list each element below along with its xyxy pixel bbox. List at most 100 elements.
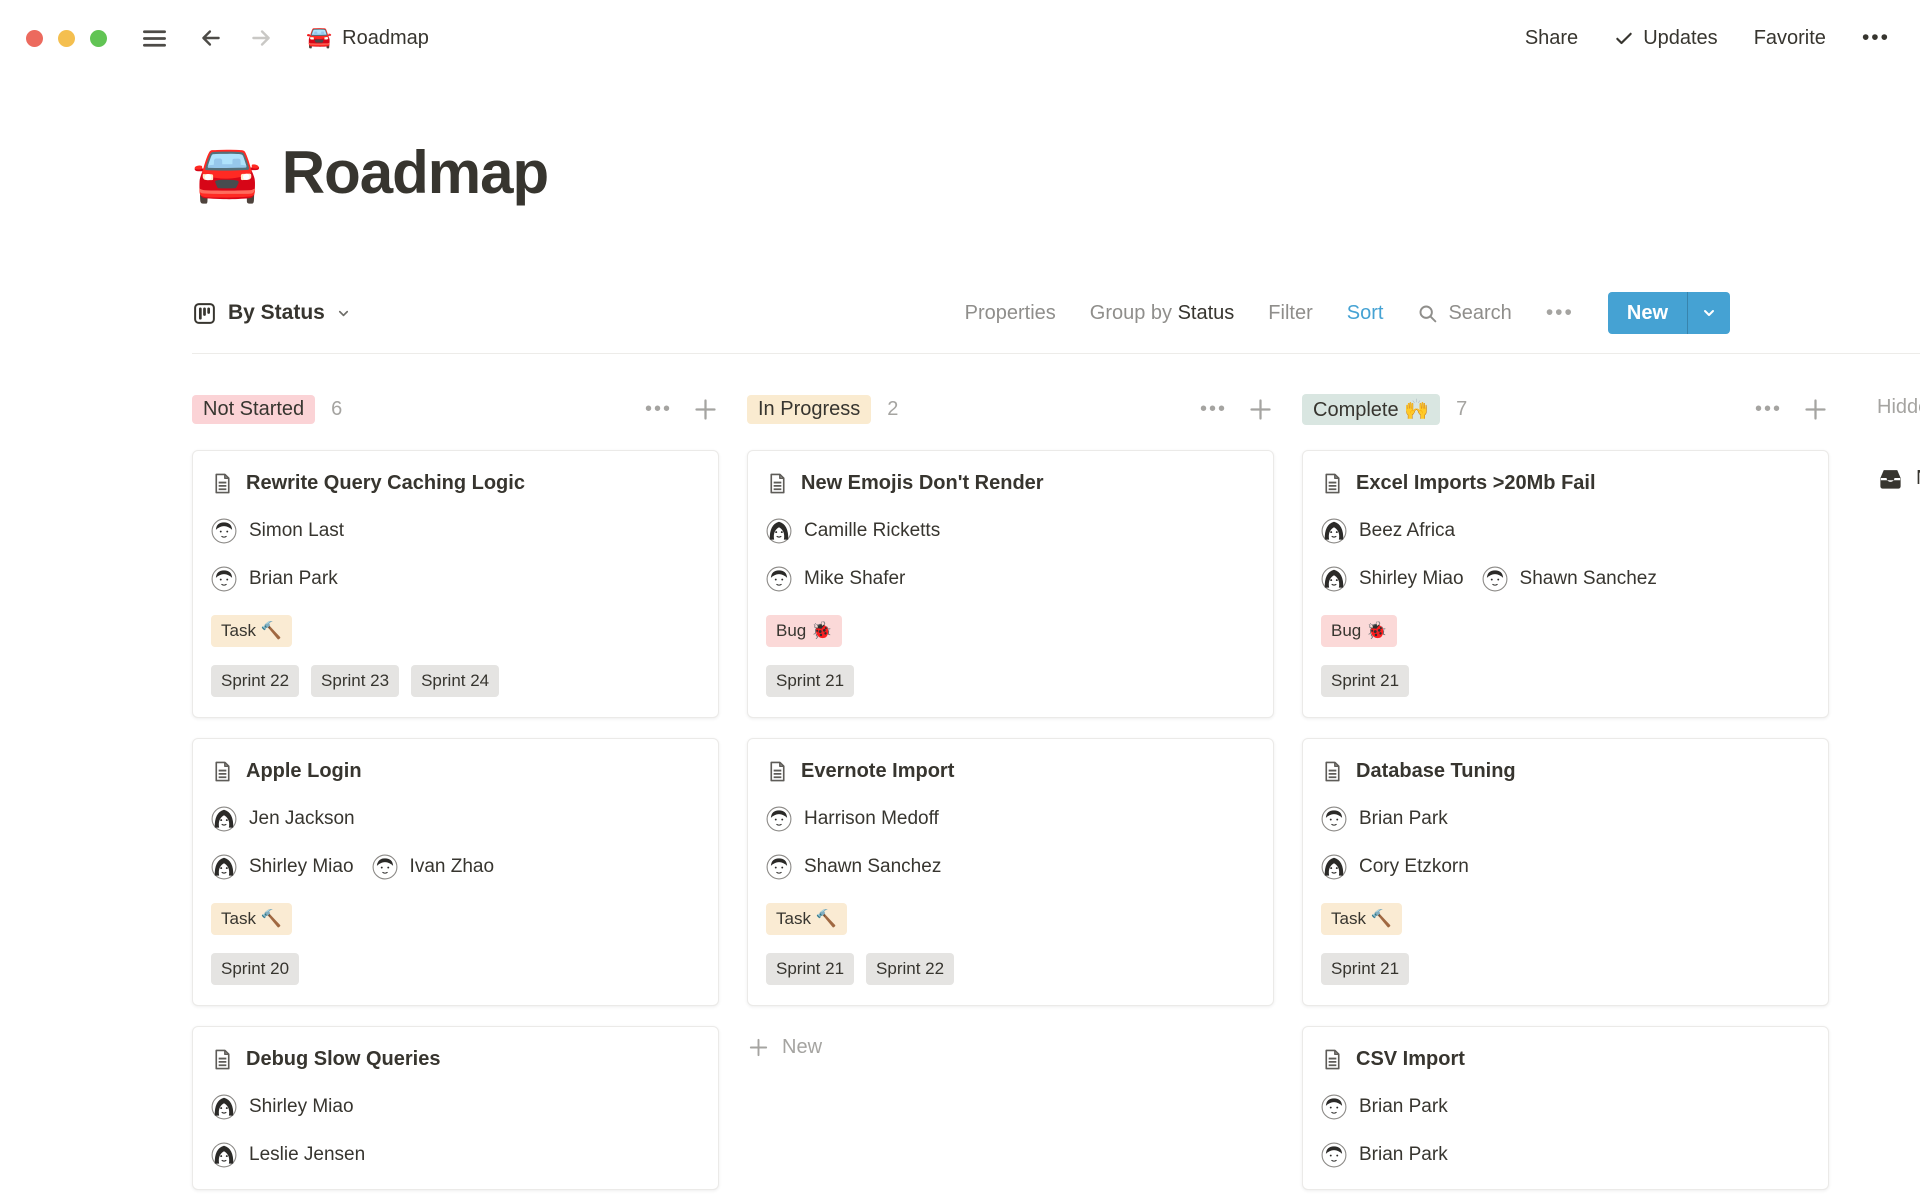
type-tag: Task 🔨 [211, 903, 292, 935]
card-assignee-row: Shirley Miao [211, 1093, 700, 1121]
card-assignee-row: Cory Etzkorn [1321, 853, 1810, 881]
assignee[interactable]: Harrison Medoff [766, 805, 939, 833]
column-complete: Complete 🙌 7 ••• Excel Imports >20Mb Fail Be… [1302, 392, 1829, 1200]
assignee[interactable]: Shawn Sanchez [766, 853, 941, 881]
chevron-down-icon [1704, 310, 1714, 316]
assignee-name: Shirley Miao [249, 1096, 354, 1117]
page-emoji-icon: 🚘 [306, 26, 333, 49]
person-avatar [1321, 806, 1347, 832]
column-status-pill[interactable]: Complete 🙌 [1302, 393, 1441, 425]
breadcrumb[interactable]: 🚘 Roadmap [306, 26, 429, 50]
assignee[interactable]: Simon Last [211, 517, 344, 545]
card[interactable]: Database Tuning Brian Park Cory Etzkorn Tas… [1302, 738, 1829, 1006]
column-more-options-icon[interactable]: ••• [1755, 398, 1782, 421]
assignee[interactable]: Cory Etzkorn [1321, 853, 1469, 881]
card[interactable]: Rewrite Query Caching Logic Simon Last Bri… [192, 450, 719, 718]
card-title-row: Debug Slow Queries [211, 1045, 700, 1073]
person-avatar [211, 854, 237, 880]
share-button[interactable]: Share [1525, 27, 1578, 50]
assignee[interactable]: Camille Ricketts [766, 517, 940, 545]
assignee[interactable]: Jen Jackson [211, 805, 355, 833]
hidden-columns-label: Hidde [1877, 396, 1920, 418]
updates-button[interactable]: Updates [1614, 27, 1718, 50]
card-title-row: Database Tuning [1321, 757, 1810, 785]
card[interactable]: Debug Slow Queries Shirley Miao Leslie Jen… [192, 1026, 719, 1190]
sprint-tag: Sprint 21 [766, 665, 855, 697]
assignee[interactable]: Brian Park [1321, 1141, 1448, 1169]
card-type-tag-row: Task 🔨 [211, 615, 700, 647]
sprint-tag: Sprint 24 [411, 665, 500, 697]
assignee[interactable]: Brian Park [1321, 805, 1448, 833]
assignee[interactable]: Beez Africa [1321, 517, 1455, 545]
card-title-text: New Emojis Don't Render [801, 472, 1044, 494]
card-title-text: Debug Slow Queries [246, 1048, 441, 1070]
column-more-options-icon[interactable]: ••• [645, 398, 672, 421]
assignee[interactable]: Shirley Miao [211, 1093, 354, 1121]
zoom-window-button[interactable] [90, 29, 107, 47]
page-icon[interactable]: 🚘 [192, 144, 262, 201]
person-avatar [211, 1094, 237, 1120]
minimize-window-button[interactable] [58, 29, 75, 47]
assignee[interactable]: Shirley Miao [1321, 565, 1464, 593]
card-assignee-row: Harrison Medoff [766, 805, 1255, 833]
card-title-text: Database Tuning [1356, 760, 1516, 782]
hidden-columns-zone: Hidde N [1857, 392, 1920, 492]
column-add-card-icon[interactable] [1247, 396, 1274, 423]
assignee[interactable]: Brian Park [1321, 1093, 1448, 1121]
card[interactable]: Excel Imports >20Mb Fail Beez Africa Shirl… [1302, 450, 1829, 718]
column-status-pill[interactable]: Not Started [192, 394, 316, 424]
assignee[interactable]: Shirley Miao [211, 853, 354, 881]
assignee-name: Brian Park [249, 568, 338, 589]
sidebar-menu-icon[interactable] [141, 25, 168, 52]
person-avatar [1321, 854, 1347, 880]
more-options-icon[interactable]: ••• [1862, 26, 1890, 50]
card[interactable]: Apple Login Jen Jackson Shirley Miao Ivan Z… [192, 738, 719, 1006]
card-title-text: Excel Imports >20Mb Fail [1356, 472, 1596, 494]
page-header: 🚘 Roadmap [192, 138, 1920, 207]
assignee[interactable]: Brian Park [211, 565, 338, 593]
person-avatar [1321, 566, 1347, 592]
page-doc-icon [1321, 760, 1344, 783]
column-header-not-started: Not Started 6 ••• [192, 392, 719, 426]
card-assignee-row: Shirley Miao Shawn Sanchez [1321, 565, 1810, 593]
close-window-button[interactable] [26, 29, 43, 47]
column-add-card-icon[interactable] [1802, 396, 1829, 423]
assignee[interactable]: Leslie Jensen [211, 1141, 365, 1169]
card[interactable]: New Emojis Don't Render Camille Ricketts M… [747, 450, 1274, 718]
card-title-row: Apple Login [211, 757, 700, 785]
add-card-button[interactable]: New [747, 1036, 1274, 1059]
page-doc-icon [766, 472, 789, 495]
sprint-tag: Sprint 23 [311, 665, 400, 697]
forward-arrow-icon[interactable] [248, 25, 274, 51]
properties-button[interactable]: Properties [965, 302, 1056, 325]
column-add-card-icon[interactable] [692, 396, 719, 423]
view-switcher[interactable]: By Status [192, 301, 351, 326]
assignee[interactable]: Ivan Zhao [372, 853, 494, 881]
search-button[interactable]: Search [1417, 302, 1512, 325]
updates-label: Updates [1643, 26, 1718, 49]
back-arrow-icon[interactable] [198, 25, 224, 51]
assignee[interactable]: Mike Shafer [766, 565, 905, 593]
person-avatar [1321, 1094, 1347, 1120]
column-more-options-icon[interactable]: ••• [1200, 398, 1227, 421]
card[interactable]: CSV Import Brian Park Brian Park [1302, 1026, 1829, 1190]
filter-button[interactable]: Filter [1268, 302, 1312, 325]
new-dropdown-button[interactable] [1687, 292, 1730, 334]
card-title-text: Apple Login [246, 760, 362, 782]
assignee-name: Shawn Sanchez [804, 856, 942, 877]
assignee-name: Harrison Medoff [804, 808, 939, 829]
person-avatar [766, 518, 792, 544]
type-tag: Bug 🐞 [766, 615, 843, 647]
assignee-name: Simon Last [249, 520, 345, 541]
view-more-options-icon[interactable]: ••• [1546, 301, 1574, 325]
type-tag: Task 🔨 [1321, 903, 1402, 935]
card[interactable]: Evernote Import Harrison Medoff Shawn Sanc… [747, 738, 1274, 1006]
page-title[interactable]: Roadmap [282, 138, 549, 207]
sort-button[interactable]: Sort [1347, 302, 1384, 325]
hidden-group-no-status[interactable]: N [1877, 465, 1920, 492]
group-by-button[interactable]: Group by Status [1090, 302, 1235, 325]
column-status-pill[interactable]: In Progress [747, 394, 872, 424]
favorite-button[interactable]: Favorite [1754, 27, 1826, 50]
assignee[interactable]: Shawn Sanchez [1482, 565, 1657, 593]
new-button[interactable]: New [1608, 292, 1687, 334]
